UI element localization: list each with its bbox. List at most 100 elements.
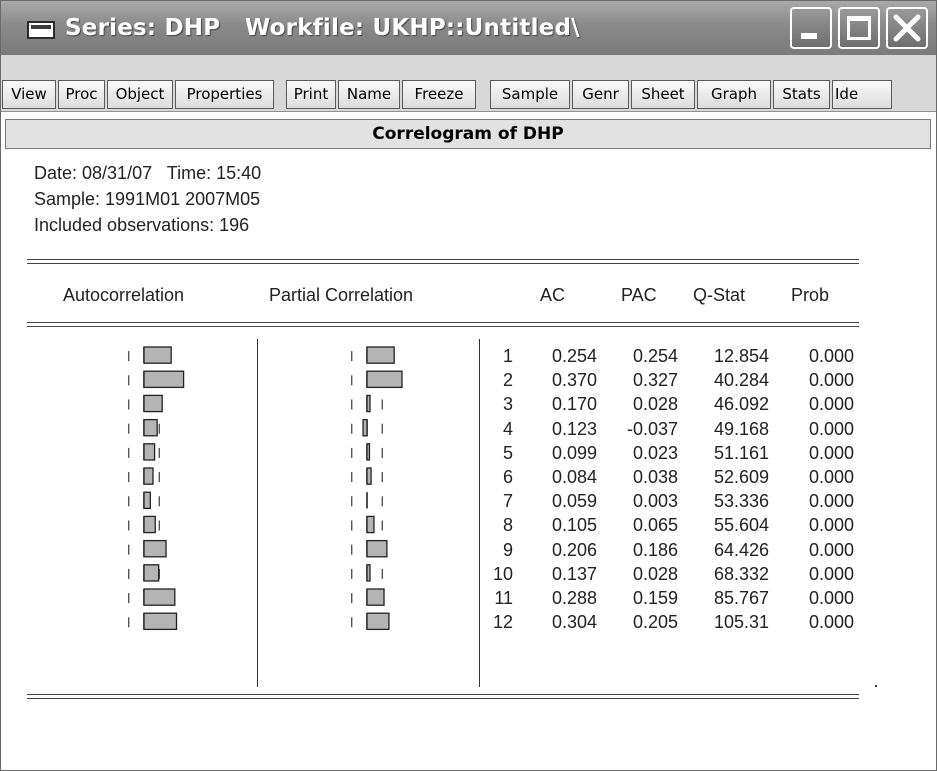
pac-cell: 0.003 (632, 491, 678, 512)
pac-bar (366, 346, 395, 364)
correlogram-bars (127, 346, 403, 631)
sheet-button[interactable]: Sheet (631, 80, 695, 109)
ac-cell: 0.099 (551, 442, 597, 463)
pac-cell: 0.254 (632, 346, 678, 366)
prob-cell: 0.000 (808, 418, 854, 439)
prob-cell: 0.000 (808, 442, 854, 463)
ac-cell: 0.084 (551, 467, 597, 487)
pac-bar (366, 612, 390, 631)
qstat-cell: 40.284 (713, 370, 769, 391)
qstat-cell: 64.426 (713, 539, 769, 560)
ac-bar (143, 370, 185, 389)
qstat-cell: 52.609 (713, 467, 769, 487)
pac-bar (366, 370, 403, 389)
series-window-icon (27, 21, 55, 39)
graph-button[interactable]: Graph (697, 80, 771, 109)
pac-bar (366, 394, 371, 413)
proc-button[interactable]: Proc (58, 80, 105, 109)
lag-cell: 7 (502, 491, 513, 512)
pac-cell: -0.037 (626, 418, 678, 439)
close-icon (893, 14, 921, 42)
ac-bar (143, 394, 163, 413)
qstat-cell: 68.332 (713, 563, 769, 584)
ac-bar (143, 418, 158, 437)
prob-cell: 0.000 (808, 394, 854, 415)
name-button[interactable]: Name (338, 80, 400, 109)
correlogram-view: Date: 08/31/07 Time: 15:40 Sample: 1991M… (1, 151, 936, 770)
qstat-cell: 53.336 (713, 491, 769, 512)
pac-cell: 0.186 (632, 539, 678, 560)
print-button[interactable]: Print (286, 80, 336, 109)
lag-cell: 3 (502, 394, 513, 415)
pac-bar (366, 564, 371, 582)
lag-cell: 5 (502, 442, 513, 463)
window-title: Series: DHP Workfile: UKHP::Untitled\ (65, 15, 580, 41)
table-bottom-rule (27, 694, 859, 699)
ac-cell: 0.105 (551, 515, 597, 536)
qstat-cell: 12.854 (713, 346, 769, 366)
ident-button[interactable]: Ide (832, 80, 892, 109)
pac-cell: 0.028 (632, 563, 678, 584)
genr-button[interactable]: Genr (572, 80, 629, 109)
view-header: Correlogram of DHP (5, 119, 931, 149)
lag-cell: 11 (494, 588, 513, 608)
ac-bar (143, 467, 154, 485)
ac-bar (143, 564, 160, 582)
prob-cell: 0.000 (808, 467, 854, 487)
lag-cell: 4 (502, 418, 513, 439)
lag-cell: 1 (502, 346, 513, 366)
ac-bar (143, 443, 156, 461)
ac-cell: 0.170 (551, 394, 597, 415)
freeze-button[interactable]: Freeze (402, 80, 476, 109)
pac-bar (366, 539, 388, 558)
dot-mark (875, 685, 877, 687)
pac-bar (362, 418, 368, 437)
ac-bar (143, 612, 178, 631)
pac-cell: 0.028 (632, 394, 678, 415)
eviews-series-window: Series: DHP Workfile: UKHP::Untitled\ Vi… (0, 0, 937, 771)
ac-cell: 0.059 (551, 491, 597, 512)
sample-button[interactable]: Sample (490, 80, 570, 109)
pac-cell: 0.065 (632, 515, 678, 536)
close-button[interactable] (886, 7, 928, 49)
maximize-button[interactable] (838, 7, 880, 49)
qstat-cell: 105.31 (713, 612, 769, 633)
minimize-button[interactable] (790, 7, 832, 49)
qstat-cell: 85.767 (713, 588, 769, 608)
prob-cell: 0.000 (808, 539, 854, 560)
qstat-cell: 51.161 (713, 442, 769, 463)
qstat-cell: 55.604 (713, 515, 769, 536)
prob-cell: 0.000 (808, 346, 854, 366)
ac-cell: 0.137 (551, 563, 597, 584)
prob-cell: 0.000 (808, 491, 854, 512)
pac-cell: 0.023 (632, 442, 678, 463)
pac-bar (366, 467, 372, 485)
qstat-cell: 49.168 (713, 418, 769, 439)
qstat-cell: 46.092 (713, 394, 769, 415)
pac-cell: 0.327 (632, 370, 678, 391)
stats-button[interactable]: Stats (773, 80, 830, 109)
ac-bar (143, 491, 151, 510)
ac-cell: 0.288 (551, 588, 597, 608)
lag-cell: 10 (492, 563, 513, 584)
prob-cell: 0.000 (808, 563, 854, 584)
pac-cell: 0.205 (632, 612, 678, 633)
ac-bar (143, 588, 176, 606)
pac-bar (366, 515, 375, 534)
prob-cell: 0.000 (808, 370, 854, 391)
prob-cell: 0.000 (808, 515, 854, 536)
ac-cell: 0.304 (551, 612, 597, 633)
ac-bar (143, 515, 156, 534)
lag-cell: 6 (502, 467, 513, 487)
pac-bar (366, 588, 385, 606)
lag-cell: 2 (502, 370, 513, 391)
view-button[interactable]: View (2, 80, 56, 109)
ac-cell: 0.123 (551, 418, 597, 439)
prob-cell: 0.000 (808, 588, 854, 608)
ac-bar (143, 539, 167, 558)
properties-button[interactable]: Properties (175, 80, 274, 109)
object-button[interactable]: Object (107, 80, 173, 109)
title-bar[interactable]: Series: DHP Workfile: UKHP::Untitled\ (1, 1, 936, 55)
ac-cell: 0.206 (551, 539, 597, 560)
ac-cell: 0.370 (551, 370, 597, 391)
